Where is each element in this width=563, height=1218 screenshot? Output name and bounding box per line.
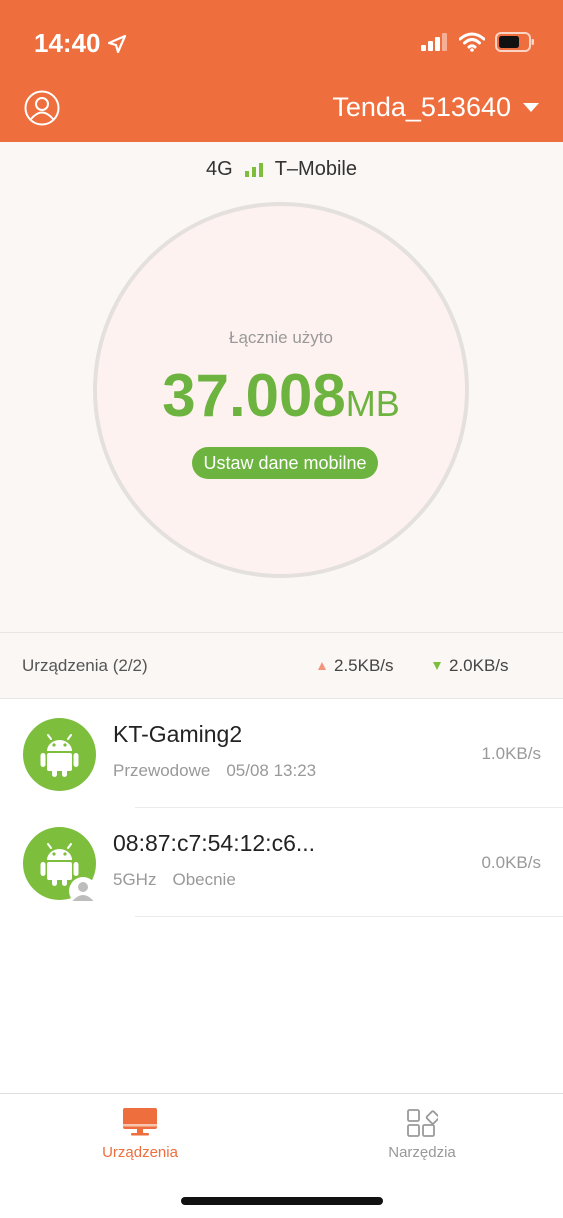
tab-devices[interactable]: Urządzenia <box>70 1106 210 1161</box>
device-name: KT-Gaming2 <box>113 721 243 747</box>
device-speed: 0.0KB/s <box>481 853 541 872</box>
tab-tools[interactable]: Narzędzia <box>352 1106 492 1161</box>
device-row[interactable]: KT-Gaming2 Przewodowe 05/08 13:23 1.0KB/s <box>0 699 563 808</box>
battery-icon <box>495 32 534 52</box>
tab-tools-label: Narzędzia <box>388 1144 456 1161</box>
time-text: 14:40 <box>34 28 101 58</box>
download-rate-value: 2.0KB/s <box>449 656 509 675</box>
device-name: 08:87:c7:54:12:c6... <box>113 830 316 856</box>
usage-area: 4G T–Mobile Łącznie użyto 37.008MB Ustaw… <box>0 142 563 632</box>
download-arrow-icon <box>433 662 441 670</box>
app-header: 14:40 Tenda_513640 <box>0 0 563 142</box>
usage-label: Łącznie użyto <box>229 328 333 347</box>
network-type: 4G <box>206 158 233 180</box>
location-arrow-icon <box>107 34 126 53</box>
operator-name: T–Mobile <box>274 158 357 180</box>
user-badge-icon <box>69 877 97 905</box>
status-icons <box>421 32 535 52</box>
device-meta: 5GHz Obecnie <box>113 870 236 890</box>
status-time: 14:40 <box>34 28 127 59</box>
divider <box>135 916 563 917</box>
network-name-text: Tenda_513640 <box>332 92 511 122</box>
device-time: Obecnie <box>172 870 236 889</box>
device-meta: Przewodowe 05/08 13:23 <box>113 761 316 781</box>
cellular-signal-icon <box>421 33 447 51</box>
device-time: 05/08 13:23 <box>226 761 317 780</box>
tools-grid-icon <box>407 1109 438 1137</box>
tab-devices-label: Urządzenia <box>102 1144 178 1161</box>
devices-count: Urządzenia (2/2) <box>22 656 148 675</box>
upload-arrow-icon <box>318 662 326 670</box>
device-row[interactable]: 08:87:c7:54:12:c6... 5GHz Obecnie 0.0KB/s <box>0 808 563 917</box>
usage-circle: Łącznie użyto 37.008MB Ustaw dane mobiln… <box>93 202 469 578</box>
devices-summary: Urządzenia (2/2) 2.5KB/s 2.0KB/s <box>0 632 563 699</box>
upload-rate-value: 2.5KB/s <box>334 656 394 675</box>
network-selector[interactable]: Tenda_513640 <box>332 92 539 123</box>
set-mobile-data-button[interactable]: Ustaw dane mobilne <box>192 447 378 479</box>
download-rate: 2.0KB/s <box>433 656 509 676</box>
usage-unit: MB <box>345 383 400 424</box>
upload-rate: 2.5KB/s <box>318 656 394 676</box>
home-indicator[interactable] <box>181 1197 383 1205</box>
monitor-icon <box>123 1108 157 1136</box>
chevron-down-icon <box>523 103 539 112</box>
carrier-info: 4G T–Mobile <box>0 158 563 181</box>
device-connection: 5GHz <box>113 870 157 889</box>
usage-number: 37.008 <box>162 362 346 429</box>
user-account-icon[interactable] <box>24 90 60 126</box>
usage-value: 37.008MB <box>97 361 465 430</box>
device-connection: Przewodowe <box>113 761 211 780</box>
device-speed: 1.0KB/s <box>481 744 541 763</box>
app-screen: 14:40 Tenda_513640 4G T–Mobile Łącznie u… <box>0 0 563 1218</box>
android-icon <box>23 718 96 791</box>
wifi-icon <box>459 32 485 52</box>
signal-strength-icon <box>244 162 263 177</box>
